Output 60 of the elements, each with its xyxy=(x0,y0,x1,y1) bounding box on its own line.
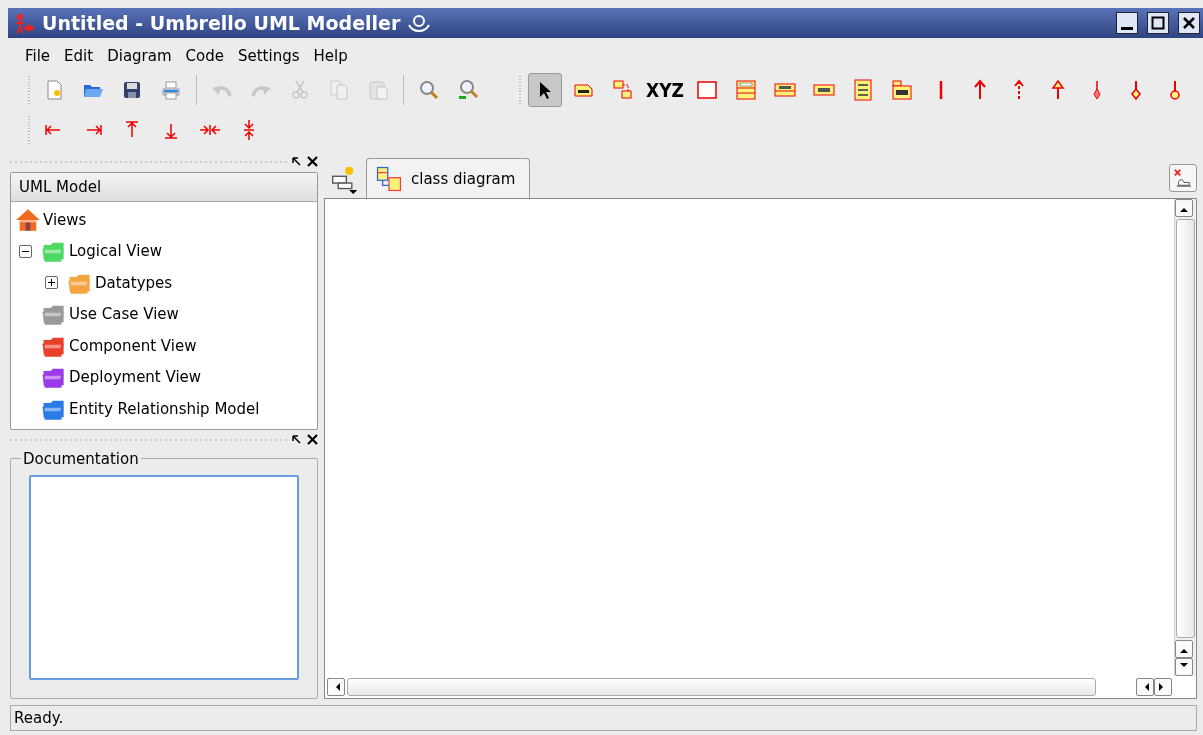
undock-icon[interactable] xyxy=(291,156,301,166)
scissors-icon xyxy=(289,79,311,101)
menu-item[interactable]: Help xyxy=(308,44,353,68)
toolbar-grip[interactable] xyxy=(26,74,32,106)
expand-toggle[interactable] xyxy=(45,276,58,290)
tree-item[interactable]: Datatypes xyxy=(95,273,173,292)
new-diagram-icon[interactable] xyxy=(330,164,360,194)
tree-item[interactable]: Deployment View xyxy=(69,368,202,387)
note-anchor-icon xyxy=(612,79,634,101)
window-title: Untitled - Umbrello UML Modeller xyxy=(42,12,401,34)
tree-item[interactable]: Entity Relationship Model xyxy=(69,399,260,418)
box-icon xyxy=(696,79,718,101)
close-button[interactable] xyxy=(1178,12,1200,34)
collapse-toggle[interactable] xyxy=(19,244,32,258)
scroll-left-button[interactable] xyxy=(1136,678,1154,696)
scroll-up-button[interactable] xyxy=(1175,640,1193,658)
toolbar-grip[interactable] xyxy=(26,114,32,146)
paste-icon xyxy=(367,79,389,101)
printer-icon xyxy=(160,79,182,101)
tree-item[interactable]: Logical View xyxy=(69,242,162,261)
class-diagram-icon xyxy=(375,164,403,193)
undock-icon[interactable] xyxy=(291,434,301,444)
column-header[interactable]: UML Model xyxy=(11,173,317,202)
close-icon xyxy=(1182,16,1196,30)
scrollbar-thumb[interactable] xyxy=(1176,219,1195,638)
tree-item[interactable]: Use Case View xyxy=(69,305,179,324)
menu-item[interactable]: File xyxy=(20,44,56,68)
scrollbar-thumb[interactable] xyxy=(347,678,1096,696)
maximize-icon xyxy=(1151,16,1165,30)
status-bar: Ready. xyxy=(10,705,1197,731)
tree-item[interactable]: Views xyxy=(43,210,87,229)
app-logo-icon xyxy=(14,12,36,34)
scroll-up-button[interactable] xyxy=(1175,199,1193,217)
diagram-tab[interactable]: class diagram xyxy=(366,158,531,198)
close-icon[interactable] xyxy=(307,156,318,167)
menu-item[interactable]: Settings xyxy=(233,44,305,68)
text-tool-button[interactable]: XYZ xyxy=(645,73,685,107)
close-tab-button[interactable] xyxy=(1169,164,1197,192)
pointer-button[interactable] xyxy=(528,73,562,107)
class-icon xyxy=(735,79,757,101)
enum-icon xyxy=(852,79,874,101)
toolbar-grip[interactable] xyxy=(517,74,523,106)
menu-item[interactable]: Diagram xyxy=(102,44,177,68)
magnifier-icon xyxy=(457,79,479,101)
scroll-left-button[interactable] xyxy=(327,678,345,696)
close-diagram-icon xyxy=(1173,168,1193,188)
line-icon xyxy=(939,79,943,101)
documentation-field[interactable] xyxy=(29,475,299,680)
minimize-icon xyxy=(1121,26,1133,30)
minimize-button[interactable] xyxy=(1116,12,1138,34)
maximize-button[interactable] xyxy=(1147,12,1169,34)
magnifier-icon xyxy=(418,79,440,101)
copy-icon xyxy=(328,79,350,101)
scroll-down-button[interactable] xyxy=(1175,658,1193,676)
close-icon[interactable] xyxy=(307,434,318,445)
tree-item[interactable]: Component View xyxy=(69,336,197,355)
menu-item[interactable]: Code xyxy=(180,44,229,68)
package-icon xyxy=(891,79,913,101)
menu-item[interactable]: Edit xyxy=(59,44,99,68)
scroll-right-button[interactable] xyxy=(1154,678,1172,696)
